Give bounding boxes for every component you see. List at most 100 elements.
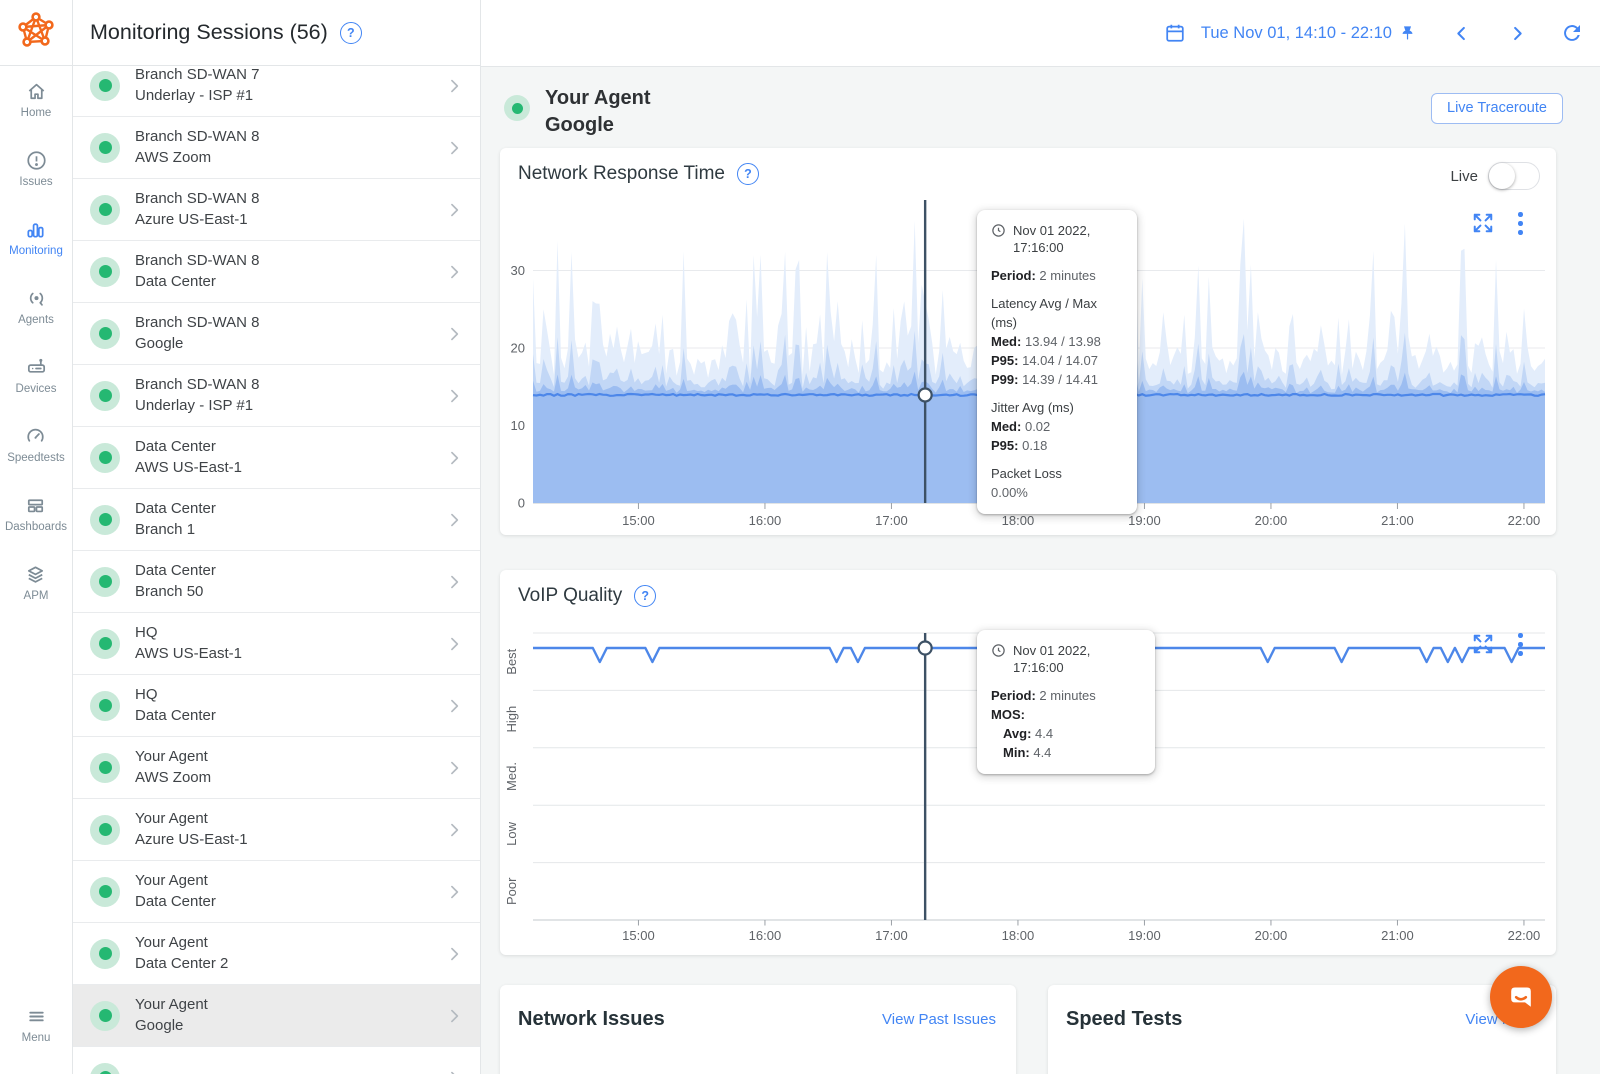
- sidebar-item-home[interactable]: Home: [21, 80, 52, 119]
- session-name: Data Center: [135, 437, 444, 458]
- pin-icon[interactable]: [1399, 25, 1416, 42]
- voip-title: VoIP Quality: [518, 585, 622, 607]
- session-text: Your Agent Data Center: [135, 871, 444, 912]
- session-row[interactable]: Your Agent Azure US-East-1: [72, 799, 480, 861]
- svg-text:17:00: 17:00: [875, 513, 908, 528]
- help-icon[interactable]: ?: [737, 163, 759, 185]
- brand-logo-icon[interactable]: [14, 9, 58, 53]
- status-dot-inner: [99, 513, 112, 526]
- session-row[interactable]: Data Center Branch 50: [72, 551, 480, 613]
- sessions-scroll[interactable]: Branch SD-WAN 7 Underlay - ISP #1 Branch…: [72, 66, 480, 1074]
- sidebar-item-dashboards[interactable]: Dashboards: [5, 494, 67, 533]
- status-dot: [90, 195, 120, 225]
- tooltip-latency-header: Latency Avg / Max (ms): [991, 294, 1123, 332]
- prev-interval-icon[interactable]: [1452, 24, 1471, 43]
- kebab-menu-icon[interactable]: [1516, 631, 1525, 658]
- session-text: Your Agent Google: [135, 995, 444, 1036]
- session-target: AWS Zoom: [135, 148, 444, 169]
- session-row[interactable]: Your Agent Data Center 2: [72, 923, 480, 985]
- nav-items: Home Issues Monitoring Agents Devices Sp…: [0, 80, 72, 602]
- session-target: Branch 50: [135, 582, 444, 603]
- speed-tests-title: Speed Tests: [1066, 1008, 1182, 1031]
- chevron-right-icon: [444, 1006, 464, 1026]
- sidebar-item-issues[interactable]: Issues: [19, 149, 52, 188]
- menu-icon: [25, 1005, 48, 1028]
- session-row[interactable]: [72, 1047, 480, 1074]
- sidebar-item-agents[interactable]: Agents: [18, 287, 54, 326]
- live-toggle[interactable]: [1488, 162, 1540, 190]
- kebab-menu-icon[interactable]: [1516, 210, 1525, 237]
- session-row[interactable]: Branch SD-WAN 7 Underlay - ISP #1: [72, 66, 480, 117]
- session-text: Data Center Branch 50: [135, 561, 444, 602]
- session-row[interactable]: Your Agent Data Center: [72, 861, 480, 923]
- app: Home Issues Monitoring Agents Devices Sp…: [0, 0, 1600, 1074]
- issues-icon: [25, 149, 48, 172]
- sidebar-item-label: Speedtests: [7, 452, 65, 464]
- calendar-icon[interactable]: [1164, 22, 1186, 44]
- expand-icon[interactable]: [1472, 633, 1494, 655]
- session-row[interactable]: Data Center AWS US-East-1: [72, 427, 480, 489]
- svg-text:Best: Best: [504, 648, 519, 674]
- chat-launcher[interactable]: [1490, 966, 1552, 1028]
- session-row[interactable]: Branch SD-WAN 8 Azure US-East-1: [72, 179, 480, 241]
- session-text: Your Agent Azure US-East-1: [135, 809, 444, 850]
- chart-tooltip: Nov 01 2022,17:16:00 Period: 2 minutes L…: [977, 210, 1137, 514]
- session-text: Branch SD-WAN 7 Underlay - ISP #1: [135, 66, 444, 106]
- date-range[interactable]: Tue Nov 01, 14:10 - 22:10: [1201, 24, 1392, 43]
- status-dot-inner: [99, 947, 112, 960]
- help-icon[interactable]: ?: [340, 22, 362, 44]
- session-row[interactable]: Branch SD-WAN 8 Underlay - ISP #1: [72, 365, 480, 427]
- nrt-card-header: Network Response Time ?: [518, 163, 759, 185]
- agent-target: Google: [545, 112, 651, 139]
- session-name: Data Center: [135, 499, 444, 520]
- status-dot-inner: [99, 637, 112, 650]
- svg-text:21:00: 21:00: [1381, 928, 1414, 943]
- session-row[interactable]: HQ AWS US-East-1: [72, 613, 480, 675]
- session-name: Your Agent: [135, 933, 444, 954]
- refresh-icon[interactable]: [1560, 21, 1584, 45]
- chevron-right-icon: [444, 634, 464, 654]
- agents-icon: [25, 287, 48, 310]
- session-name: Branch SD-WAN 7: [135, 66, 444, 86]
- view-past-issues-link[interactable]: View Past Issues: [882, 1011, 996, 1028]
- sidebar-item-menu[interactable]: Menu: [0, 1005, 72, 1044]
- status-dot: [90, 939, 120, 969]
- session-name: HQ: [135, 623, 444, 644]
- session-target: Underlay - ISP #1: [135, 396, 444, 417]
- session-text: Branch SD-WAN 8 Azure US-East-1: [135, 189, 444, 230]
- tooltip-loss-header: Packet Loss: [991, 464, 1123, 483]
- session-row[interactable]: HQ Data Center: [72, 675, 480, 737]
- chevron-right-icon: [444, 882, 464, 902]
- network-issues-card: Network Issues View Past Issues: [500, 985, 1016, 1074]
- expand-icon[interactable]: [1472, 212, 1494, 234]
- session-text: Branch SD-WAN 8 AWS Zoom: [135, 127, 444, 168]
- tooltip-jitter-header: Jitter Avg (ms): [991, 398, 1123, 417]
- next-interval-icon[interactable]: [1508, 24, 1527, 43]
- session-row[interactable]: Your Agent Google: [72, 985, 480, 1047]
- agent-status-dot: [504, 95, 530, 121]
- session-row[interactable]: Branch SD-WAN 8 AWS Zoom: [72, 117, 480, 179]
- sidebar-item-monitoring[interactable]: Monitoring: [9, 218, 63, 257]
- status-dot-inner: [99, 203, 112, 216]
- tooltip-timestamp: Nov 01 2022, 17:16:00: [991, 642, 1141, 676]
- chart-tooltip: Nov 01 2022, 17:16:00 Period: 2 minutes …: [977, 630, 1155, 774]
- session-target: Branch 1: [135, 520, 444, 541]
- session-row[interactable]: Your Agent AWS Zoom: [72, 737, 480, 799]
- svg-text:High: High: [504, 706, 519, 733]
- session-row[interactable]: Data Center Branch 1: [72, 489, 480, 551]
- session-name: Your Agent: [135, 747, 444, 768]
- sidebar-item-speedtests[interactable]: Speedtests: [7, 425, 65, 464]
- help-icon[interactable]: ?: [634, 585, 656, 607]
- session-target: AWS US-East-1: [135, 644, 444, 665]
- session-text: Your Agent AWS Zoom: [135, 747, 444, 788]
- sidebar-item-devices[interactable]: Devices: [16, 356, 57, 395]
- svg-text:15:00: 15:00: [622, 928, 655, 943]
- dashboards-icon: [24, 494, 47, 517]
- session-text: Your Agent Data Center 2: [135, 933, 444, 974]
- session-row[interactable]: Branch SD-WAN 8 Data Center: [72, 241, 480, 303]
- session-row[interactable]: Branch SD-WAN 8 Google: [72, 303, 480, 365]
- sidebar-item-apm[interactable]: APM: [24, 563, 49, 602]
- chevron-right-icon: [444, 386, 464, 406]
- svg-text:21:00: 21:00: [1381, 513, 1414, 528]
- live-traceroute-button[interactable]: Live Traceroute: [1431, 93, 1563, 124]
